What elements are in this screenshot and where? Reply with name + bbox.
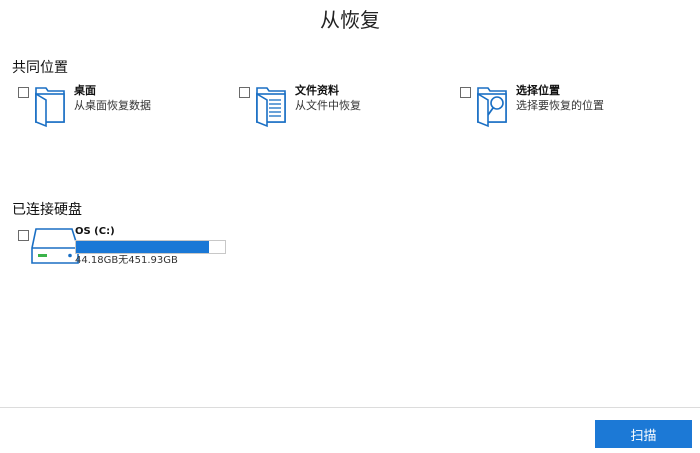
- documents-description: 从文件中恢复: [295, 99, 361, 112]
- drive-c-name: OS (C:): [75, 226, 115, 237]
- choose-location-label: 选择位置: [516, 84, 560, 97]
- desktop-checkbox[interactable]: [18, 87, 29, 98]
- scan-button[interactable]: 扫描: [595, 420, 692, 448]
- drive-c-usage-bar: [75, 240, 226, 254]
- footer-divider: [0, 407, 700, 408]
- desktop-description: 从桌面恢复数据: [74, 99, 151, 112]
- drive-item-c[interactable]: OS (C:) 44.18GB无451.93GB: [18, 226, 278, 270]
- drive-c-size: 44.18GB无451.93GB: [75, 255, 178, 266]
- choose-location-checkbox[interactable]: [460, 87, 471, 98]
- choose-location-description: 选择要恢复的位置: [516, 99, 604, 112]
- location-item-choose[interactable]: 选择位置 选择要恢复的位置: [460, 84, 680, 128]
- desktop-label: 桌面: [74, 84, 96, 97]
- location-item-documents[interactable]: 文件资料 从文件中恢复: [239, 84, 439, 128]
- location-item-desktop[interactable]: 桌面 从桌面恢复数据: [18, 84, 218, 128]
- common-locations-heading: 共同位置: [12, 60, 68, 76]
- drive-c-checkbox[interactable]: [18, 230, 29, 241]
- hard-drive-icon: [31, 228, 79, 264]
- documents-checkbox[interactable]: [239, 87, 250, 98]
- connected-drives-heading: 已连接硬盘: [12, 202, 82, 218]
- folder-search-icon: [477, 87, 507, 128]
- drive-c-usage-fill: [76, 241, 209, 253]
- documents-icon: [256, 87, 286, 128]
- window-title: 从恢复: [320, 8, 380, 32]
- documents-label: 文件资料: [295, 84, 339, 97]
- desktop-folder-icon: [35, 87, 65, 128]
